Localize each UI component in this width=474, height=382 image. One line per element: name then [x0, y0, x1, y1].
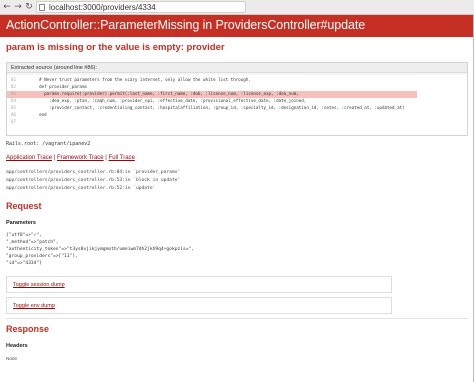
browser-toolbar: ← → ↻ localhost:3000/providers/4334	[0, 0, 474, 15]
page-title: ActionController::ParameterMissing in Pr…	[6, 18, 366, 32]
trace-line: app/controllers/providers_controller.rb:…	[6, 170, 181, 175]
framework-trace-link[interactable]: Framework Trace	[57, 155, 104, 161]
page-icon	[39, 4, 45, 11]
code-line: 86 end	[11, 112, 47, 117]
toggle-session-dump-link[interactable]: Toggle session dump	[13, 282, 65, 288]
param-line: "group_providers"=>["11"],	[6, 254, 78, 259]
error-message: param is missing or the value is empty: …	[6, 42, 225, 53]
trace-line: app/controllers/providers_controller.rb:…	[6, 186, 156, 191]
response-heading: Response	[6, 324, 50, 334]
code-line: 81 # Never trust parameters from the sca…	[11, 77, 251, 82]
headers-value: None	[6, 356, 17, 361]
env-dump-box: Toggle env dump	[6, 297, 392, 314]
toggle-env-dump-link[interactable]: Toggle env dump	[13, 303, 55, 309]
headers-heading: Headers	[6, 343, 28, 349]
param-line: "authenticity_token"=>"t3ys0vjikjymgmoth…	[6, 247, 195, 252]
code-line: 84 :dea_exp, :ptan, :caqh_num, :provider…	[11, 98, 307, 103]
code-line: 87	[11, 119, 17, 124]
address-bar-url: localhost:3000/providers/4334	[49, 3, 156, 12]
application-trace-link[interactable]: Application Trace	[6, 155, 52, 161]
trace-links: Application Trace | Framework Trace | Fu…	[6, 155, 135, 161]
param-line: "id"=>"4334"}	[6, 261, 42, 266]
back-arrow-icon[interactable]: ←	[2, 2, 12, 12]
divider	[6, 318, 468, 319]
code-line: 85 :provider_contact, :credentialing_con…	[11, 105, 405, 110]
session-dump-box: Toggle session dump	[6, 276, 392, 293]
extracted-source-box: Extracted source (around line #86): 81 #…	[6, 62, 468, 136]
error-header: ActionController::ParameterMissing in Pr…	[0, 15, 474, 37]
code-line: 82 def provider_params	[11, 84, 87, 89]
rails-root: Rails.root: /vagrant/ipanev2	[6, 141, 91, 147]
trace-line: app/controllers/providers_controller.rb:…	[6, 178, 181, 183]
forward-arrow-icon[interactable]: →	[13, 2, 23, 12]
request-heading: Request	[6, 201, 42, 211]
parameters-heading: Parameters	[6, 220, 36, 226]
code-area: 81 # Never trust parameters from the sca…	[7, 75, 467, 135]
reload-icon[interactable]: ↻	[24, 2, 34, 12]
address-bar[interactable]: localhost:3000/providers/4334	[36, 1, 246, 13]
source-header: Extracted source (around line #86):	[7, 63, 467, 73]
full-trace-link[interactable]: Full Trace	[109, 155, 135, 161]
param-line: "_method"=>"patch",	[6, 240, 59, 245]
code-line-highlighted: 83 params.require(:provider).permit(:las…	[7, 91, 417, 98]
param-line: {"utf8"=>"✓",	[6, 233, 42, 238]
